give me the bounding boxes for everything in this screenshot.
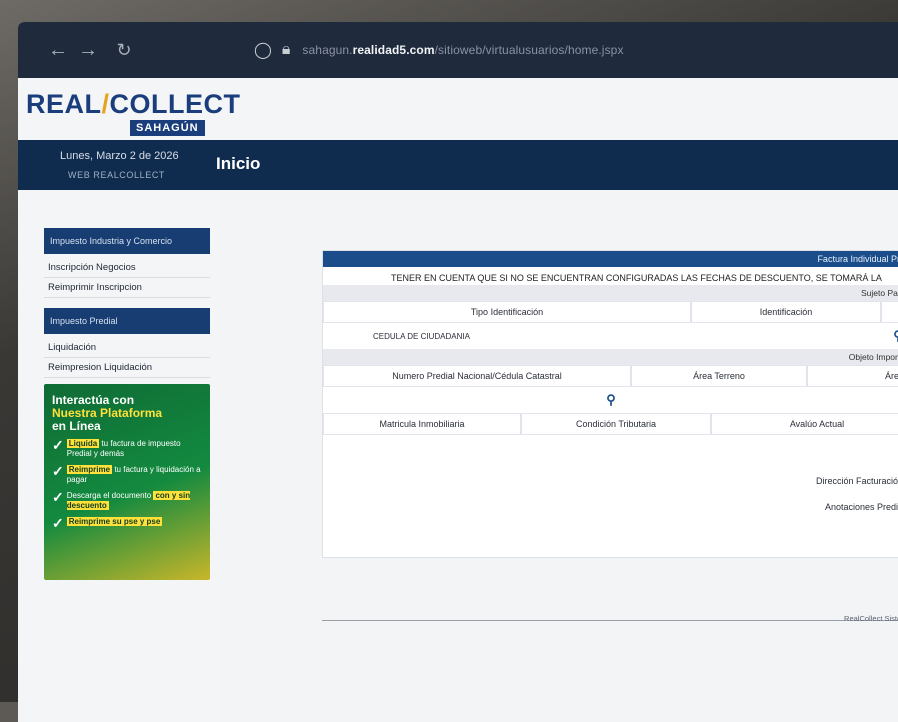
form-row: CEDULA DE CIUDADANIA ⚲ — [323, 323, 898, 349]
browser-toolbar: ← → ↻ ◯ 🔒︎ sahagun.realidad5.com/sitiowe… — [18, 22, 898, 78]
logo-rest: COLLECT — [109, 89, 241, 119]
check-icon: ✓ — [52, 463, 64, 479]
identificacion-input[interactable] — [643, 331, 873, 341]
logo[interactable]: REAL/COLLECT SAHAGÚN — [26, 90, 241, 136]
promo-item: ✓ Descarga el documento con y sin descue… — [52, 489, 202, 511]
avaluo-label: Avalúo Actual — [711, 413, 898, 435]
header-bar: Lunes, Marzo 2 de 2026 WEB REALCOLLECT I… — [18, 140, 898, 190]
shield-icon[interactable]: ◯ — [254, 40, 272, 60]
matricula-label: Matricula Inmobiliaria — [323, 413, 521, 435]
promo-item: ✓ Reimprime tu factura y liquidación a p… — [52, 463, 202, 485]
search-icon[interactable]: ⚲ — [323, 387, 898, 413]
sidebar-item-reimpresion-liquidacion[interactable]: Reimpresion Liquidación — [44, 358, 210, 378]
logo-slash: / — [101, 89, 110, 119]
promo-tag: Reimprime — [66, 465, 113, 474]
promo-item: ✓ Reimprime su pse y pse — [52, 515, 202, 531]
logo-main: REAL — [26, 89, 102, 119]
panel-title: Factura Individual Predio — [323, 251, 898, 267]
anotaciones-predio-label: Anotaciones Predio — [824, 502, 898, 512]
factura-panel: Factura Individual Predio TENER EN CUENT… — [322, 250, 898, 558]
forward-arrow-icon[interactable]: → — [74, 36, 102, 64]
section-objeto-imponible: Objeto Imponible — [323, 349, 898, 365]
check-icon: ✓ — [52, 515, 64, 531]
form-row: Dirección Facturación — [323, 471, 898, 491]
address-bar[interactable]: sahagun.realidad5.com/sitioweb/virtualus… — [302, 43, 623, 57]
identificacion-label: Identificación — [691, 301, 881, 323]
promo-tag: Liquida — [66, 439, 100, 448]
url-path: /sitioweb/virtualusuarios/home.jspx — [434, 43, 624, 57]
form-row: Numero Predial Nacional/Cédula Catastral… — [323, 365, 898, 387]
browser-screen: ← → ↻ ◯ 🔒︎ sahagun.realidad5.com/sitiowe… — [18, 22, 898, 722]
promo-tag: Reimprime su pse y pse — [66, 517, 163, 526]
footer-divider — [322, 620, 898, 621]
spacer — [881, 301, 898, 323]
sidebar: Impuesto Industria y Comercio Inscripció… — [44, 228, 210, 580]
area-terreno-label: Área Terreno — [631, 365, 807, 387]
current-date: Lunes, Marzo 2 de 2026 — [60, 150, 179, 162]
sidebar-item-liquidacion[interactable]: Liquidación — [44, 338, 210, 358]
promo-text: Descarga el documento — [66, 491, 152, 500]
promo-banner[interactable]: Interactúa con Nuestra Plataforma en Lín… — [44, 384, 210, 580]
tipo-id-label: Tipo Identificación — [323, 301, 691, 323]
form-row: ⚲ — [323, 387, 898, 413]
area-construida-label: Área Co — [807, 365, 898, 387]
form-row: Anotaciones Predio — [323, 497, 898, 517]
form-row: Matricula Inmobiliaria Condición Tributa… — [323, 413, 898, 435]
page-title: Inicio — [216, 154, 261, 173]
logo-subtitle: SAHAGÚN — [130, 120, 205, 136]
sidebar-section-industria[interactable]: Impuesto Industria y Comercio — [44, 228, 210, 254]
footer-text: RealCollect Sistema de — [844, 614, 898, 623]
sidebar-item-reimprimir-inscripcion[interactable]: Reimprimir Inscripcion — [44, 278, 210, 298]
condicion-tributaria-label: Condición Tributaria — [521, 413, 711, 435]
discount-notice: TENER EN CUENTA QUE SI NO SE ENCUENTRAN … — [391, 273, 882, 283]
reload-icon[interactable]: ↻ — [110, 36, 138, 64]
check-icon: ✓ — [52, 489, 64, 505]
search-icon[interactable]: ⚲ — [873, 323, 898, 349]
promo-title-line3: en Línea — [52, 419, 101, 433]
date-box: Lunes, Marzo 2 de 2026 WEB REALCOLLECT — [60, 150, 179, 180]
back-arrow-icon[interactable]: ← — [44, 36, 72, 64]
promo-item: ✓ Liquida tu factura de impuesto Predial… — [52, 437, 202, 459]
lock-icon[interactable]: 🔒︎ — [282, 41, 291, 59]
check-icon: ✓ — [52, 437, 64, 453]
url-prefix: sahagun. — [302, 43, 353, 57]
section-sujeto-pasivo: Sujeto Pasivo — [323, 285, 898, 301]
promo-title: Interactúa con Nuestra Plataforma en Lín… — [52, 394, 202, 433]
logo-text: REAL/COLLECT — [26, 90, 241, 118]
direccion-facturacion-label: Dirección Facturación — [815, 476, 898, 486]
url-host: realidad5.com — [352, 43, 435, 57]
url-icons: ◯ 🔒︎ — [254, 40, 290, 60]
form-row: Tipo Identificación Identificación — [323, 301, 898, 323]
sidebar-section-predial[interactable]: Impuesto Predial — [44, 308, 210, 334]
sidebar-item-inscripcion-negocios[interactable]: Inscripción Negocios — [44, 258, 210, 278]
numero-predial-label: Numero Predial Nacional/Cédula Catastral — [323, 365, 631, 387]
tipo-id-select[interactable]: CEDULA DE CIUDADANIA — [323, 327, 643, 346]
web-label: WEB REALCOLLECT — [68, 170, 166, 180]
